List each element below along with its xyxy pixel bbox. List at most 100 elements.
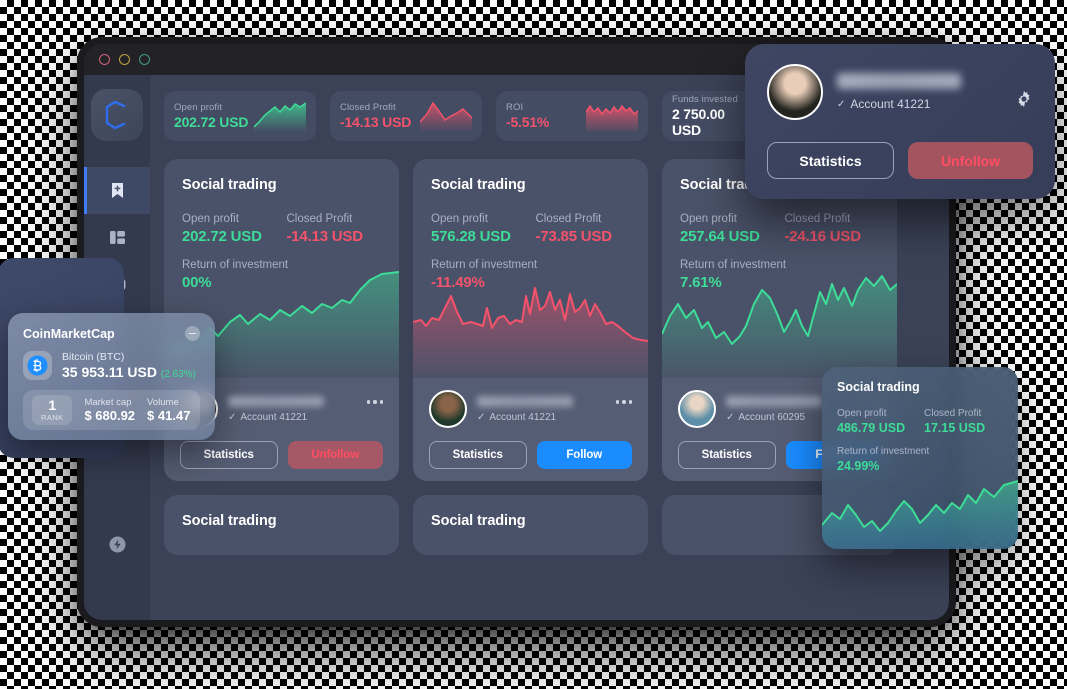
- open-profit-stat: Open profit 576.28 USD: [431, 213, 526, 245]
- open-profit-stat: Open profit 202.72 USD: [182, 213, 277, 245]
- card-menu-button[interactable]: [615, 400, 632, 418]
- kpi-value: -14.13 USD: [340, 114, 412, 130]
- account-label: ✓ Account 41221: [477, 412, 606, 423]
- card-stats: Open profit 257.64 USD Closed Profit -24…: [662, 193, 897, 245]
- closed-profit-stat: Closed Profit 17.15 USD: [924, 408, 1003, 435]
- app-logo[interactable]: [91, 89, 143, 141]
- verified-check-icon: ✓: [228, 411, 237, 423]
- stat-value: 17.15 USD: [924, 421, 986, 435]
- sidebar-item-dashboard[interactable]: [84, 214, 150, 261]
- stat-label: Open profit: [837, 408, 887, 419]
- statistics-button[interactable]: Statistics: [429, 441, 527, 469]
- statistics-button[interactable]: Statistics: [678, 441, 776, 469]
- gear-icon: [1018, 90, 1030, 108]
- kpi-roi[interactable]: ROI -5.51%: [496, 91, 648, 141]
- verified-check-icon: ✓: [726, 411, 735, 423]
- stat-value: 257.64 USD: [680, 228, 760, 245]
- sparkline-roi: [586, 104, 638, 132]
- stat-label: Open profit: [431, 213, 488, 225]
- stat-label: Closed Profit: [784, 213, 851, 225]
- bookmark-add-icon: [111, 183, 123, 198]
- coin-price: 35 953.11 USD (2.63%): [62, 364, 196, 380]
- kpi-value: 2 750.00 USD: [672, 106, 725, 138]
- card-stats: Open profit 202.72 USD Closed Profit -14…: [164, 193, 399, 245]
- account-label: ✓ Account 41221: [837, 97, 961, 111]
- verified-check-icon: ✓: [477, 411, 486, 423]
- coin-logo-icon: [105, 100, 126, 130]
- floating-social-trading-card[interactable]: Social trading Open profit 486.79 USD Cl…: [822, 367, 1018, 549]
- screenshot-stage: Open profit 202.72 USD Closed Profit -14…: [0, 0, 1067, 689]
- account-number: Account 41221: [240, 411, 308, 423]
- roi-stat: Return of investment 24.99%: [822, 435, 1018, 473]
- unfollow-button[interactable]: Unfollow: [908, 142, 1033, 179]
- rank-badge: 1 RANK: [32, 395, 73, 425]
- statistics-button[interactable]: Statistics: [767, 142, 894, 179]
- card-title: Social trading: [431, 513, 526, 529]
- sparkline-closed-profit: [420, 101, 472, 132]
- dashboard-icon: [109, 231, 125, 244]
- kpi-open-profit[interactable]: Open profit 202.72 USD: [164, 91, 316, 141]
- stat-value: 486.79 USD: [837, 421, 906, 435]
- sparkline-open-profit: [254, 102, 306, 132]
- stat-label: Closed Profit: [535, 213, 602, 225]
- market-cap-stat: Market cap $ 680.92: [84, 397, 135, 423]
- card-actions: Statistics Unfollow: [180, 441, 383, 469]
- statistics-button[interactable]: Statistics: [180, 441, 278, 469]
- price-change: (2.63%): [160, 369, 196, 380]
- social-trading-card[interactable]: Social trading: [164, 495, 399, 555]
- minus-icon: [189, 332, 196, 335]
- popup-actions: Statistics Unfollow: [767, 142, 1033, 179]
- avatar: [678, 390, 716, 428]
- card-chart-green-wave: [662, 270, 897, 378]
- card-title: Social trading: [182, 177, 277, 193]
- avatar: [429, 390, 467, 428]
- account-number: Account 60295: [738, 411, 806, 423]
- minimize-button[interactable]: [119, 54, 130, 65]
- coin-stats: 1 RANK Market cap $ 680.92 Volume $ 41.4…: [23, 390, 200, 430]
- card-stats: Open profit 576.28 USD Closed Profit -73…: [413, 193, 648, 245]
- open-profit-stat: Open profit 486.79 USD: [837, 408, 916, 435]
- account-label: ✓ Account 41221: [228, 412, 357, 423]
- coin-row: Bitcoin (BTC) 35 953.11 USD (2.63%): [23, 351, 200, 380]
- stat-value: -24.16 USD: [784, 228, 862, 245]
- settings-button[interactable]: [1015, 90, 1033, 113]
- unfollow-button[interactable]: Unfollow: [287, 441, 383, 469]
- bitcoin-icon: [23, 351, 52, 380]
- kpi-label: Open profit: [174, 102, 223, 113]
- stat-value: 576.28 USD: [431, 228, 511, 245]
- closed-profit-stat: Closed Profit -73.85 USD: [536, 213, 631, 245]
- kpi-closed-profit[interactable]: Closed Profit -14.13 USD: [330, 91, 482, 141]
- trader-name-redacted: [837, 73, 961, 89]
- card-actions: Statistics Follow: [429, 441, 632, 469]
- social-trading-card[interactable]: Social trading: [413, 495, 648, 555]
- kpi-value: -5.51%: [506, 114, 550, 130]
- stat-value: 202.72 USD: [182, 228, 262, 245]
- maximize-button[interactable]: [139, 54, 150, 65]
- sidebar-item-activity[interactable]: [84, 521, 150, 568]
- account-number: Account 41221: [489, 411, 557, 423]
- stat-value: -14.13 USD: [286, 228, 364, 245]
- trader-name-redacted: [477, 395, 573, 407]
- lightning-icon: [109, 536, 125, 553]
- volume-stat: Volume $ 41.47: [147, 397, 190, 423]
- avatar: [767, 64, 823, 120]
- price-value: 35 953.11 USD: [62, 364, 157, 380]
- follow-button[interactable]: Follow: [536, 441, 632, 469]
- trader-name-redacted: [228, 395, 324, 407]
- card-title: Social trading: [431, 177, 526, 193]
- coinmarketcap-widget[interactable]: CoinMarketCap Bitcoin (BTC) 35 953.11 US…: [8, 313, 215, 440]
- sidebar-item-watchlist[interactable]: [84, 167, 150, 214]
- social-trading-card[interactable]: Social trading Open profit 576.28 USD Cl…: [413, 159, 648, 481]
- minimize-widget-button[interactable]: [185, 326, 200, 341]
- stat-label: Open profit: [182, 213, 239, 225]
- verified-check-icon: ✓: [837, 98, 846, 110]
- account-number: Account 41221: [850, 97, 931, 111]
- trader-profile-popup[interactable]: ✓ Account 41221 Statistics Unfollow: [745, 44, 1055, 199]
- rank-value: 1: [48, 397, 57, 413]
- kpi-label: Closed Profit: [340, 102, 396, 113]
- close-button[interactable]: [99, 54, 110, 65]
- card-menu-button[interactable]: [366, 400, 383, 418]
- closed-profit-stat: Closed Profit -14.13 USD: [287, 213, 382, 245]
- stat-label: Market cap: [84, 396, 132, 408]
- kpi-value: 202.72 USD: [174, 114, 249, 130]
